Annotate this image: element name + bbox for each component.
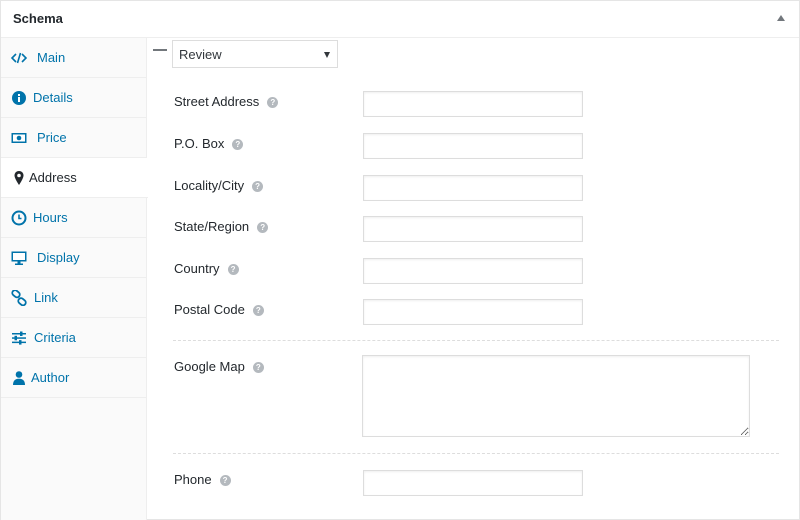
link-icon [11,290,27,306]
code-icon [11,52,27,64]
location-pin-icon [14,171,24,185]
user-icon [13,371,25,385]
google-map-row-label: Google Map? [174,359,264,374]
street-address-row-label: Street Address? [174,94,279,109]
tab-details-label: Details [33,90,73,105]
po-box-label: P.O. Box [174,136,225,151]
schema-type-value: Review [179,47,222,62]
tab-link-label: Link [34,290,58,305]
tab-display[interactable]: Display [1,238,147,278]
tab-price[interactable]: Price [1,118,147,158]
tab-hours[interactable]: Hours [1,198,147,238]
tab-details[interactable]: Details [1,78,147,118]
country-field[interactable] [363,258,583,284]
help-icon[interactable]: ? [252,305,264,316]
help-icon[interactable]: ? [219,475,231,486]
locality-label: Locality/City [174,178,245,193]
monitor-icon [11,251,27,265]
tab-address-label: Address [29,170,77,185]
triangle-up-icon[interactable] [777,15,785,21]
tab-main-label: Main [37,50,66,65]
tab-criteria-label: Criteria [34,330,76,345]
help-icon[interactable]: ? [257,222,269,233]
street-address-field[interactable] [363,91,583,117]
tab-author[interactable]: Author [1,358,147,398]
tab-price-label: Price [37,130,67,145]
tab-link[interactable]: Link [1,278,147,318]
state-region-row-label: State/Region? [174,219,269,234]
tab-display-label: Display [37,250,80,265]
po-box-field[interactable] [363,133,583,159]
money-icon [11,133,27,143]
schema-tabs-sidebar: Main Details Price Address Hours Display… [1,38,148,520]
divider [173,453,779,454]
country-label: Country [174,261,220,276]
postal-code-label: Postal Code [174,302,245,317]
tab-hours-label: Hours [33,210,68,225]
help-icon[interactable]: ? [252,362,264,373]
panel-header: Schema [1,1,799,38]
street-address-label: Street Address [174,94,260,109]
sliders-icon [12,331,26,345]
collapse-dash-icon[interactable] [153,49,167,51]
clock-icon [11,210,27,226]
phone-label: Phone [174,472,212,487]
schema-type-select[interactable]: Review [172,40,338,68]
schema-panel: Schema Main Details Price Address Hours … [0,0,800,520]
google-map-label: Google Map [174,359,245,374]
tab-author-label: Author [31,370,70,385]
help-icon[interactable]: ? [252,181,264,192]
google-map-textarea[interactable] [362,355,750,437]
help-icon[interactable]: ? [227,264,239,275]
state-region-label: State/Region [174,219,250,234]
dropdown-arrow-icon [324,52,330,58]
tab-criteria[interactable]: Criteria [1,318,147,358]
help-icon[interactable]: ? [232,139,244,150]
postal-code-row-label: Postal Code? [174,302,264,317]
postal-code-field[interactable] [363,299,583,325]
tab-address[interactable]: Address [1,158,148,198]
panel-title: Schema [13,11,63,26]
locality-field[interactable] [363,175,583,201]
country-row-label: Country? [174,261,239,276]
help-icon[interactable]: ? [267,97,279,108]
phone-field[interactable] [363,470,583,496]
po-box-row-label: P.O. Box? [174,136,244,151]
phone-row-label: Phone? [174,472,231,487]
locality-row-label: Locality/City? [174,178,264,193]
state-region-field[interactable] [363,216,583,242]
address-tab-content: Review Street Address? P.O. Box? Localit… [147,38,799,520]
info-icon [12,91,26,105]
divider [173,340,779,341]
tab-main[interactable]: Main [1,38,147,78]
